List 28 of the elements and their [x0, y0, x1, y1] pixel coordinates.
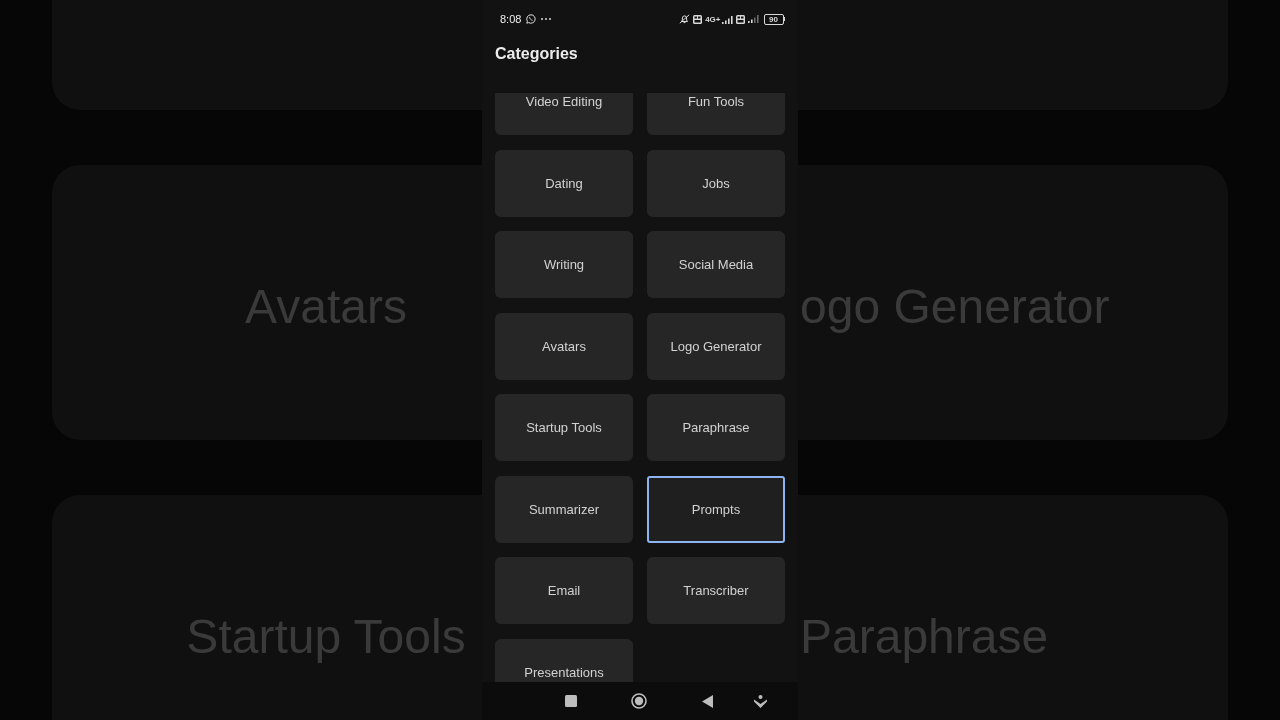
chat-bubble-icon [526, 14, 537, 24]
category-tile[interactable]: Social Media [647, 231, 785, 298]
signal-icon [747, 15, 759, 23]
category-tile[interactable]: Avatars [495, 312, 633, 380]
category-tile[interactable]: Writing [495, 231, 633, 298]
signal-icon [721, 15, 733, 24]
category-tile[interactable]: Fun Tools [647, 93, 785, 135]
category-tile[interactable]: Prompts [647, 475, 785, 543]
category-tile[interactable]: Dating [495, 149, 633, 217]
category-tile[interactable]: Summarizer [495, 475, 633, 543]
battery-percent: 90 [769, 14, 778, 24]
category-tile[interactable]: Logo Generator [647, 312, 785, 380]
category-tile[interactable]: Email [495, 557, 633, 624]
category-tile[interactable]: Video Editing [495, 93, 633, 135]
category-tile[interactable]: Jobs [647, 149, 785, 217]
category-tile[interactable]: Paraphrase [647, 394, 785, 461]
category-tile[interactable]: Startup Tools [495, 394, 633, 461]
network-type-label: 4G+ [705, 14, 721, 24]
back-triangle-icon[interactable] [702, 694, 713, 708]
bell-slash-icon [679, 14, 691, 24]
page-title: Categories [495, 44, 579, 64]
down-arrow-icon[interactable] [754, 694, 767, 708]
sim-badge-icon [693, 14, 703, 24]
home-circle-icon[interactable] [631, 693, 647, 709]
clock-time: 8:08 [500, 11, 522, 27]
category-tile[interactable]: Transcriber [647, 557, 785, 624]
sim-badge-icon [735, 14, 745, 24]
category-tile[interactable]: Presentations [495, 638, 633, 682]
